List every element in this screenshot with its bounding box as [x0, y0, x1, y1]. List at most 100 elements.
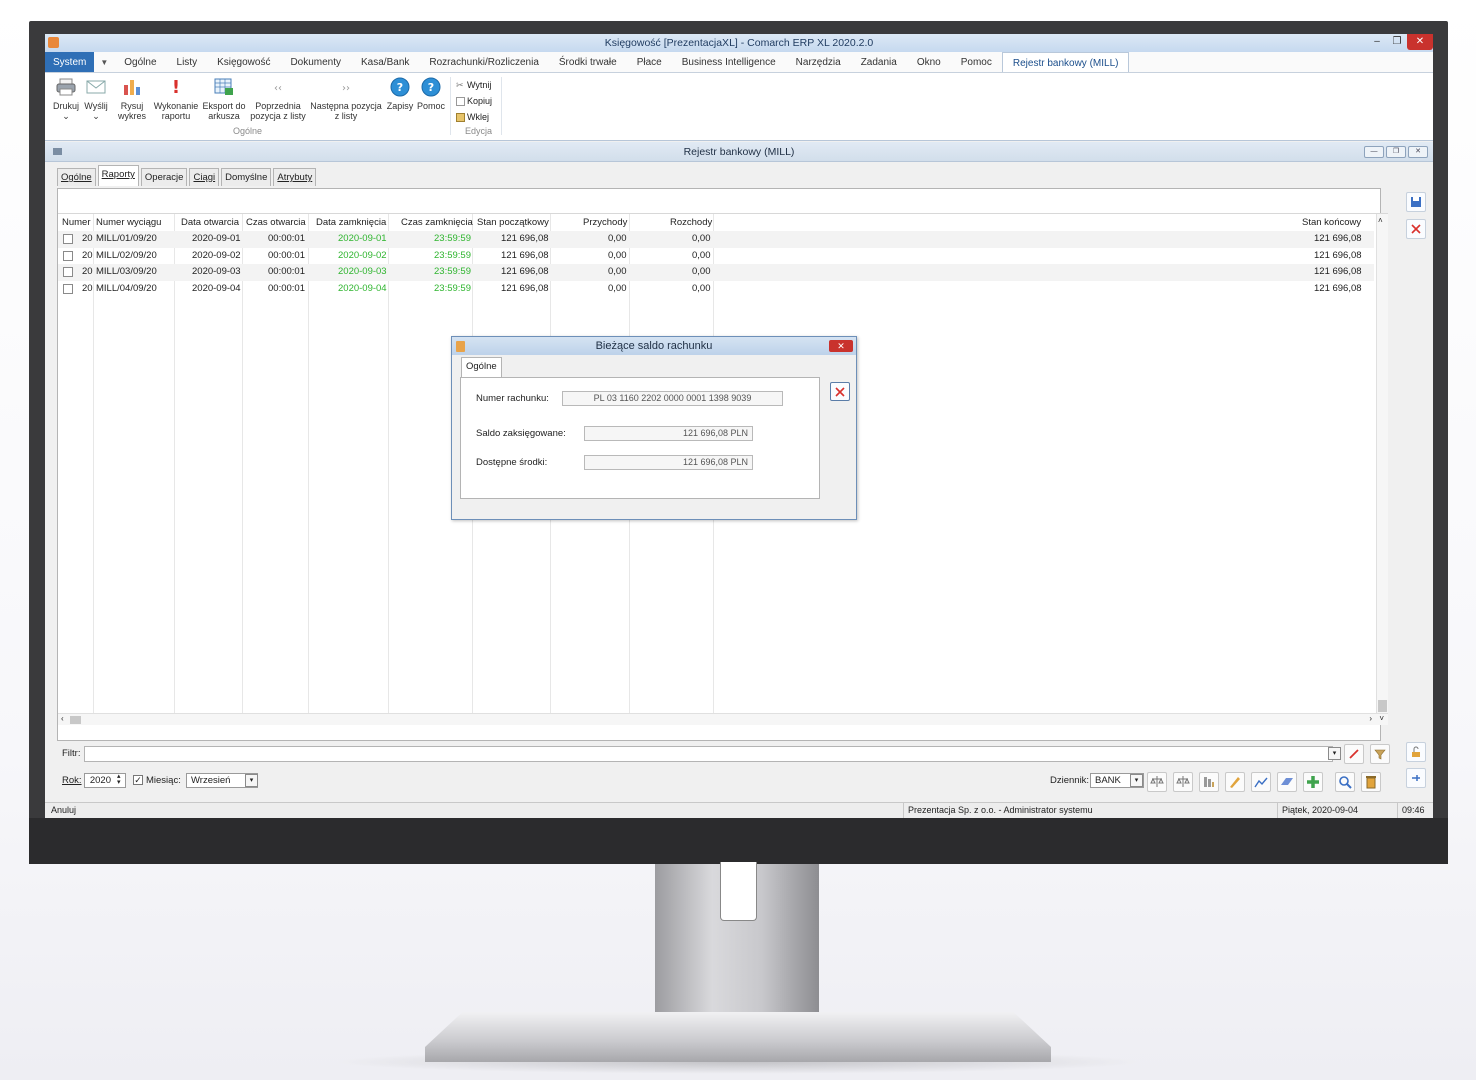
search-button[interactable]: [1335, 772, 1355, 792]
hscroll-thumb[interactable]: [70, 716, 81, 724]
menu-ksiegowosc[interactable]: Księgowość: [207, 52, 280, 72]
journal-dropdown-icon[interactable]: ▾: [1130, 774, 1143, 787]
save-button[interactable]: [1406, 192, 1426, 212]
report-columns-button[interactable]: [1199, 772, 1219, 792]
menu-narzedzia[interactable]: Narzędzia: [786, 52, 851, 72]
restore-button[interactable]: ❐: [1387, 34, 1407, 50]
vertical-scrollbar[interactable]: ˄: [1376, 214, 1388, 725]
dialog-tab-ogolne[interactable]: Ogólne: [461, 357, 502, 377]
header-czas-otwarcia[interactable]: Czas otwarcia: [246, 214, 306, 231]
unlock-button[interactable]: [1406, 742, 1426, 762]
line-chart-button[interactable]: [1251, 772, 1271, 792]
stepper-arrows-icon[interactable]: ▴ ▾: [117, 773, 121, 786]
window-minimize-button[interactable]: —: [1364, 146, 1384, 158]
table-row[interactable]: 20 MILL/02/09/20 2020-09-02 00:00:01 202…: [58, 248, 1374, 265]
menu-pomoc[interactable]: Pomoc: [951, 52, 1002, 72]
send-button[interactable]: Wyślij ⌄: [81, 77, 111, 121]
account-number-field[interactable]: PL 03 1160 2202 0000 0001 1398 9039: [562, 391, 783, 406]
filter-dropdown-button[interactable]: ▾: [1328, 747, 1341, 760]
transfer-button[interactable]: [1277, 772, 1297, 792]
header-stan-koncowy[interactable]: Stan końcowy: [1302, 214, 1361, 231]
cut-button[interactable]: ✂ Wytnij: [456, 77, 492, 93]
edit-report-button[interactable]: [1225, 772, 1245, 792]
help-button[interactable]: ? Pomoc: [416, 77, 446, 111]
row-checkbox[interactable]: [63, 283, 73, 294]
menu-kasa-bank[interactable]: Kasa/Bank: [351, 52, 419, 72]
quick-access-dropdown-icon[interactable]: ▼: [94, 52, 114, 72]
menu-dokumenty[interactable]: Dokumenty: [280, 52, 351, 72]
filter-input[interactable]: [84, 746, 1333, 762]
header-czas-zamkniecia[interactable]: Czas zamknięcia: [401, 214, 473, 231]
header-stan-poczatkowy[interactable]: Stan początkowy: [477, 214, 549, 231]
close-button[interactable]: ✕: [1407, 34, 1433, 50]
row-checkbox[interactable]: [63, 250, 73, 261]
available-funds-field[interactable]: 121 696,08 PLN: [584, 455, 753, 470]
dialog-close-button[interactable]: ✕: [829, 340, 853, 352]
tab-domyslne[interactable]: Domyślne: [221, 168, 272, 186]
table-row[interactable]: 20 MILL/01/09/20 2020-09-01 00:00:01 202…: [58, 231, 1374, 248]
records-button[interactable]: ? Zapisy: [385, 77, 415, 111]
menu-place[interactable]: Płace: [627, 52, 672, 72]
row-checkbox[interactable]: [63, 234, 73, 244]
printer-icon: [56, 78, 76, 96]
menu-system[interactable]: System: [45, 52, 95, 72]
tab-atrybuty[interactable]: Atrybuty: [273, 168, 317, 186]
export-sheet-button[interactable]: Eksport do arkusza: [201, 77, 247, 121]
menu-rejestr-bankowy[interactable]: Rejestr bankowy (MILL): [1001, 52, 1130, 72]
scroll-right-icon[interactable]: ›: [1369, 714, 1372, 723]
horizontal-scrollbar[interactable]: ‹ › ˅: [58, 713, 1388, 725]
balance-scale-button[interactable]: [1147, 772, 1167, 792]
scroll-down-icon[interactable]: ˅: [1379, 714, 1384, 723]
header-data-zamkniecia[interactable]: Data zamknięcia: [316, 214, 386, 231]
scroll-left-icon[interactable]: ‹: [61, 714, 64, 723]
menu-ogolne[interactable]: Ogólne: [114, 52, 166, 72]
balance-account-button[interactable]: [1173, 772, 1193, 792]
month-dropdown-icon[interactable]: ▾: [245, 774, 258, 787]
run-report-button[interactable]: ! Wykonanie raportu: [152, 77, 200, 121]
clear-filter-button[interactable]: [1344, 744, 1364, 764]
copy-button[interactable]: Kopiuj: [456, 93, 492, 109]
dialog-cancel-button[interactable]: [830, 382, 850, 401]
window-close-button[interactable]: ✕: [1408, 146, 1428, 158]
ribbon-separator-2: [501, 77, 502, 135]
posted-balance-field[interactable]: 121 696,08 PLN: [584, 426, 753, 441]
menu-okno[interactable]: Okno: [907, 52, 951, 72]
draw-chart-button[interactable]: Rysuj wykres: [113, 77, 151, 121]
pin-button[interactable]: [1406, 768, 1426, 788]
window-restore-button[interactable]: ❐: [1386, 146, 1406, 158]
filter-label: Filtr:: [62, 748, 81, 759]
cell-data-zamkniecia: 2020-09-04: [338, 282, 387, 294]
table-row[interactable]: 20 MILL/04/09/20 2020-09-04 00:00:01 202…: [58, 281, 1374, 298]
tab-operacje[interactable]: Operacje: [140, 168, 188, 186]
paste-button[interactable]: Wklej: [456, 109, 492, 125]
header-przychody[interactable]: Przychody: [583, 214, 627, 231]
delete-button[interactable]: [1361, 772, 1381, 792]
header-rozchody[interactable]: Rozchody: [670, 214, 712, 231]
tab-ciagi[interactable]: Ciągi: [189, 168, 220, 186]
scroll-thumb[interactable]: [1378, 700, 1387, 712]
month-checkbox[interactable]: ✓: [133, 775, 143, 785]
menu-srodki-trwale[interactable]: Środki trwałe: [549, 52, 627, 72]
table-header: Numer Numer wyciągu Data otwarcia Czas o…: [58, 214, 1388, 231]
menu-zadania[interactable]: Zadania: [851, 52, 907, 72]
menu-business-intelligence[interactable]: Business Intelligence: [672, 52, 786, 72]
scroll-up-icon[interactable]: ˄: [1378, 216, 1383, 225]
tab-raporty[interactable]: Raporty: [97, 165, 139, 186]
tab-ogolne[interactable]: Ogólne: [57, 168, 96, 186]
filter-builder-button[interactable]: [1370, 744, 1390, 764]
menu-rozrachunki[interactable]: Rozrachunki/Rozliczenia: [419, 52, 549, 72]
cancel-button[interactable]: [1406, 219, 1426, 239]
table-row[interactable]: 20 MILL/03/09/20 2020-09-03 00:00:01 202…: [58, 264, 1374, 281]
minimize-button[interactable]: –: [1367, 34, 1387, 50]
header-data-otwarcia[interactable]: Data otwarcia: [181, 214, 239, 231]
header-numer[interactable]: Numer: [62, 214, 91, 231]
header-numer-wyciagu[interactable]: Numer wyciągu: [96, 214, 161, 231]
print-button[interactable]: Drukuj ⌄: [50, 77, 82, 121]
row-checkbox[interactable]: [63, 267, 73, 277]
menu-listy[interactable]: Listy: [167, 52, 208, 72]
next-item-button[interactable]: ›› Następna pozycja z listy: [309, 77, 383, 121]
add-button[interactable]: [1303, 772, 1323, 792]
status-date: Piątek, 2020-09-04: [1277, 803, 1358, 818]
window-tabs: Ogólne Raporty Operacje Ciągi Domyślne A…: [57, 165, 317, 186]
previous-item-button[interactable]: ‹‹ Poprzednia pozycja z listy: [248, 77, 308, 121]
